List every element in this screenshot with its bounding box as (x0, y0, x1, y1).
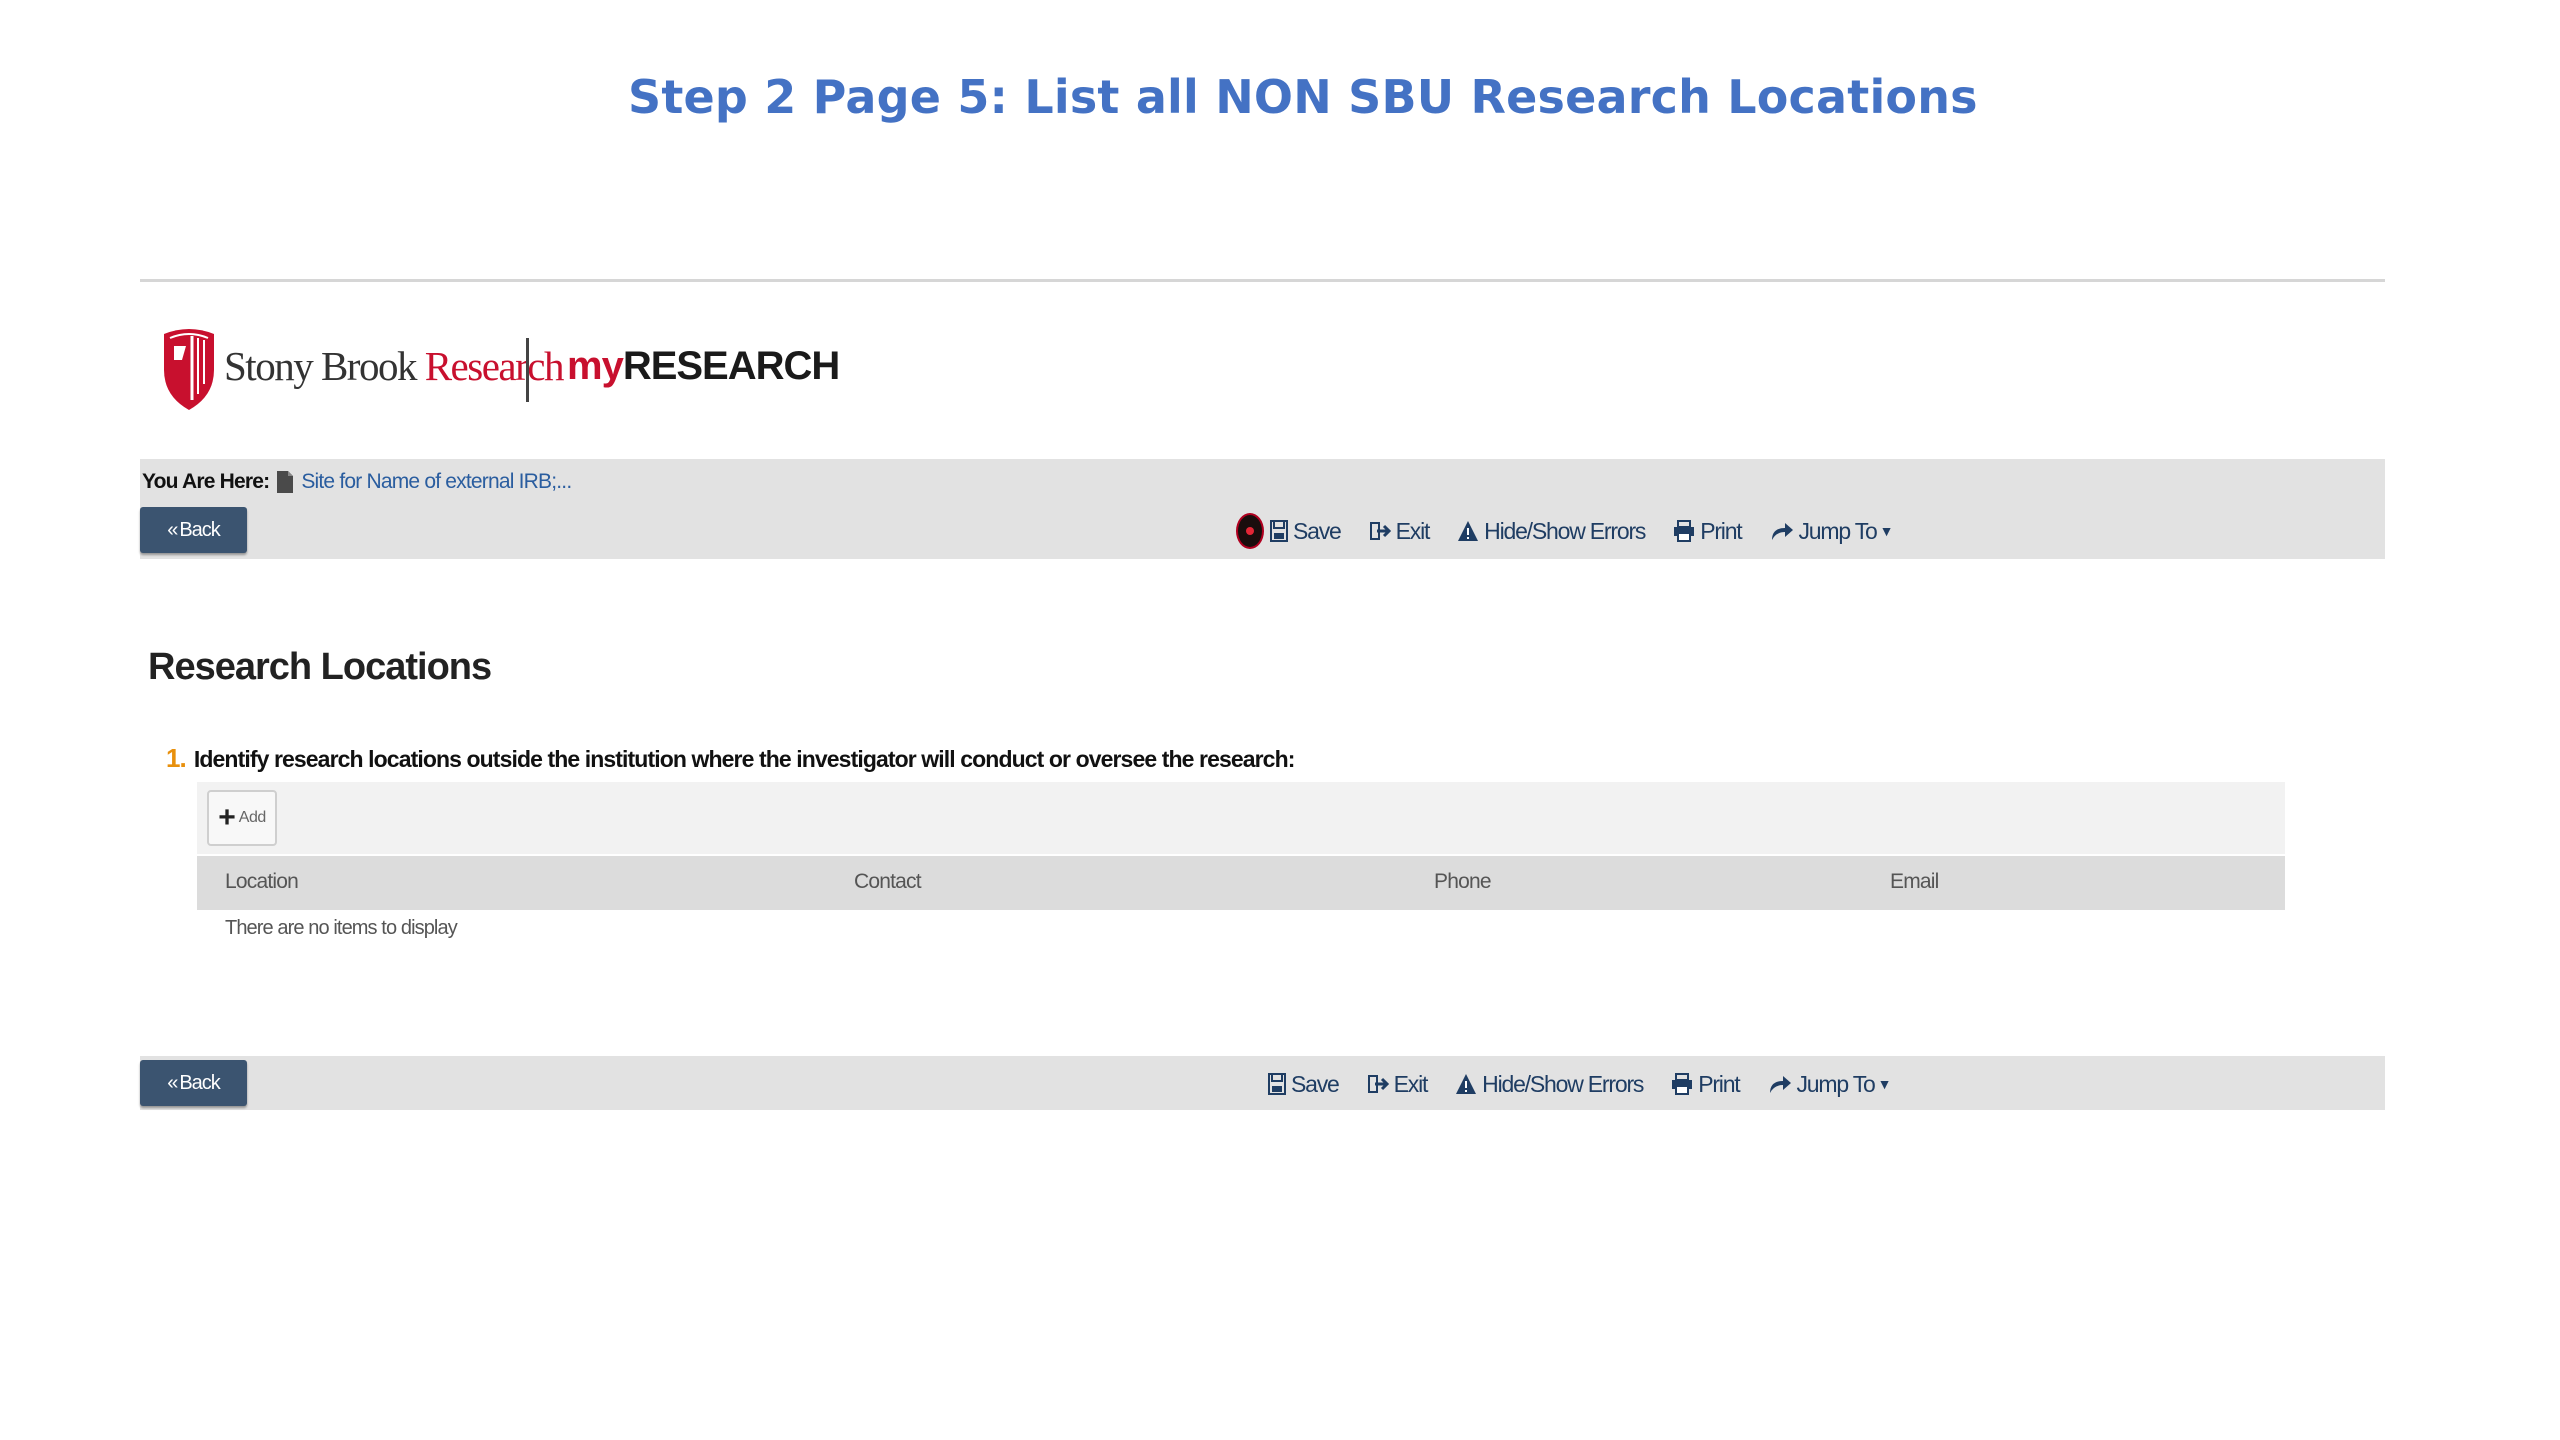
top-toolbar: You Are Here: Site for Name of external … (140, 459, 2385, 559)
document-icon (277, 471, 294, 493)
breadcrumb: You Are Here: Site for Name of external … (142, 469, 572, 495)
exit-label: Exit (1393, 1070, 1429, 1097)
column-header-phone[interactable]: Phone (1434, 870, 1492, 894)
jump-to-button[interactable]: Jump To ▼ (1770, 518, 1893, 545)
section-title: Research Locations (148, 646, 492, 688)
breadcrumb-link[interactable]: Site for Name of external IRB;... (301, 470, 572, 494)
save-button[interactable]: Save (1270, 517, 1342, 545)
exit-icon (1367, 1075, 1389, 1093)
table-header: Location Contact Phone Email (197, 856, 2285, 910)
brand-name: Stony Brook Research (224, 343, 564, 389)
header-divider (140, 279, 2385, 282)
stony-brook-shield-icon (164, 329, 214, 410)
column-header-contact[interactable]: Contact (854, 870, 922, 894)
slide-title: Step 2 Page 5: List all NON SBU Research… (628, 70, 1978, 124)
exit-button[interactable]: Exit (1369, 518, 1430, 545)
toolbar-actions-bottom: Save Exit Hide/Show Errors Print Jump To… (1268, 1064, 1918, 1104)
printer-icon (1674, 520, 1695, 542)
warning-triangle-icon (1456, 1074, 1477, 1094)
print-button-bottom[interactable]: Print (1671, 1070, 1741, 1098)
share-arrow-icon (1769, 1076, 1791, 1093)
brand-divider (526, 338, 529, 402)
hide-show-errors-label: Hide/Show Errors (1482, 1070, 1644, 1097)
question-text: Identify research locations outside the … (193, 746, 1295, 772)
jump-to-button-bottom[interactable]: Jump To ▼ (1768, 1071, 1891, 1098)
save-label: Save (1293, 517, 1342, 544)
product-name: myRESEARCH (567, 344, 840, 388)
empty-table-message: There are no items to display (225, 917, 458, 939)
jump-to-label: Jump To (1798, 517, 1878, 544)
plus-icon: + (218, 801, 236, 834)
back-button-bottom[interactable]: « Back (140, 1060, 247, 1106)
question-number: 1. (166, 743, 187, 773)
warning-triangle-icon (1458, 521, 1479, 541)
save-button-bottom[interactable]: Save (1268, 1070, 1340, 1098)
back-label: Back (179, 1071, 220, 1094)
share-arrow-icon (1771, 523, 1793, 540)
caret-down-icon: ▼ (1877, 1076, 1892, 1092)
print-label: Print (1700, 517, 1743, 544)
column-header-email[interactable]: Email (1890, 870, 1939, 894)
hide-show-errors-button[interactable]: Hide/Show Errors (1457, 517, 1646, 545)
back-label: Back (179, 518, 220, 541)
back-button[interactable]: « Back (140, 507, 247, 553)
question-1: 1. Identify research locations outside th… (166, 743, 1295, 774)
caret-down-icon: ▼ (1879, 523, 1894, 539)
print-label: Print (1698, 1070, 1741, 1097)
bottom-toolbar: « Back Save Exit Hide/Show Errors Print … (140, 1056, 2385, 1110)
breadcrumb-label: You Are Here: (142, 470, 270, 493)
add-bar: + Add (197, 782, 2285, 854)
double-chevron-left-icon: « (167, 518, 178, 541)
error-indicator-icon[interactable] (1236, 513, 1264, 549)
add-button[interactable]: + Add (207, 790, 277, 846)
column-header-location[interactable]: Location (225, 870, 299, 894)
exit-icon (1369, 522, 1391, 540)
jump-to-label: Jump To (1796, 1070, 1876, 1097)
floppy-disk-icon (1268, 1073, 1286, 1095)
save-label: Save (1291, 1070, 1340, 1097)
floppy-disk-icon (1270, 520, 1288, 542)
toolbar-actions: Save Exit Hide/Show Errors Print Jump To… (1236, 511, 1920, 551)
hide-show-errors-button-bottom[interactable]: Hide/Show Errors (1455, 1070, 1644, 1098)
print-button[interactable]: Print (1673, 517, 1743, 545)
add-label: Add (238, 809, 266, 826)
double-chevron-left-icon: « (167, 1071, 178, 1094)
exit-button-bottom[interactable]: Exit (1367, 1071, 1428, 1098)
exit-label: Exit (1395, 517, 1431, 544)
hide-show-errors-label: Hide/Show Errors (1484, 517, 1646, 544)
printer-icon (1672, 1073, 1693, 1095)
